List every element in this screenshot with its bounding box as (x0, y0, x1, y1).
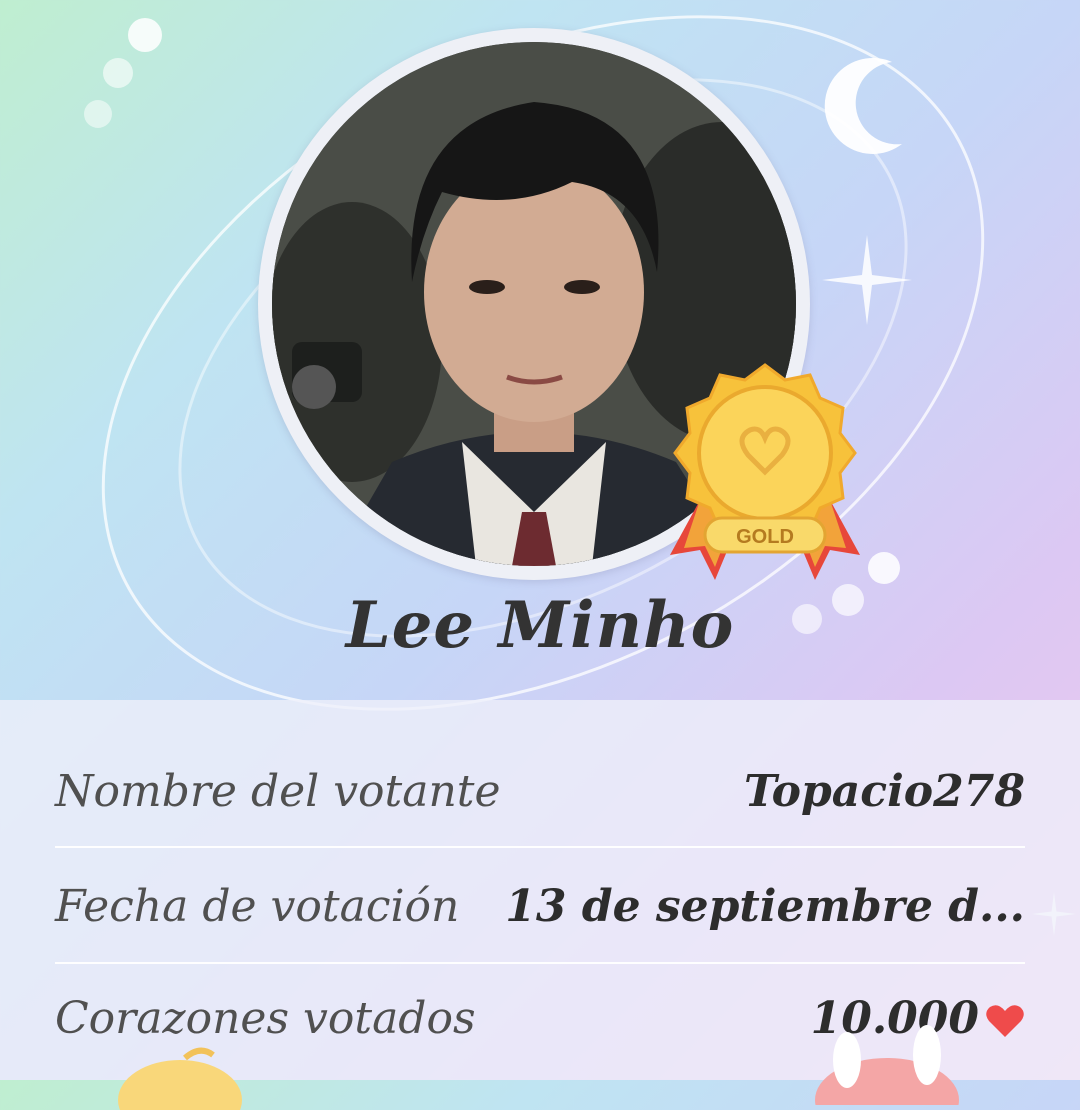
divider (55, 846, 1025, 848)
voter-name-row: Nombre del votante Topacio278 (55, 735, 1025, 847)
vote-date-label: Fecha de votación (55, 880, 460, 932)
medal-label: GOLD (736, 526, 794, 548)
sparkle-star-icon (822, 235, 912, 325)
vote-info-panel: Nombre del votante Topacio278 Fecha de v… (0, 700, 1080, 1080)
moon-icon (824, 57, 902, 154)
sparkle-dot (103, 58, 133, 88)
vote-date-value: 13 de septiembre d... (505, 880, 1025, 932)
voter-name-value: Topacio278 (743, 765, 1025, 817)
page-title: Lee Minho (345, 588, 735, 663)
yellow-chick-icon (118, 1047, 242, 1110)
sparkle-dot (84, 100, 112, 128)
heart-icon (986, 1005, 1024, 1037)
vote-date-row: Fecha de votación 13 de septiembre d... (55, 850, 1025, 962)
sparkle-dot (868, 552, 900, 584)
pink-bunny-icon (815, 1025, 959, 1105)
voter-name-label: Nombre del votante (55, 765, 501, 817)
sparkle-dot (128, 18, 162, 52)
gold-medal-icon: GOLD (670, 363, 860, 580)
